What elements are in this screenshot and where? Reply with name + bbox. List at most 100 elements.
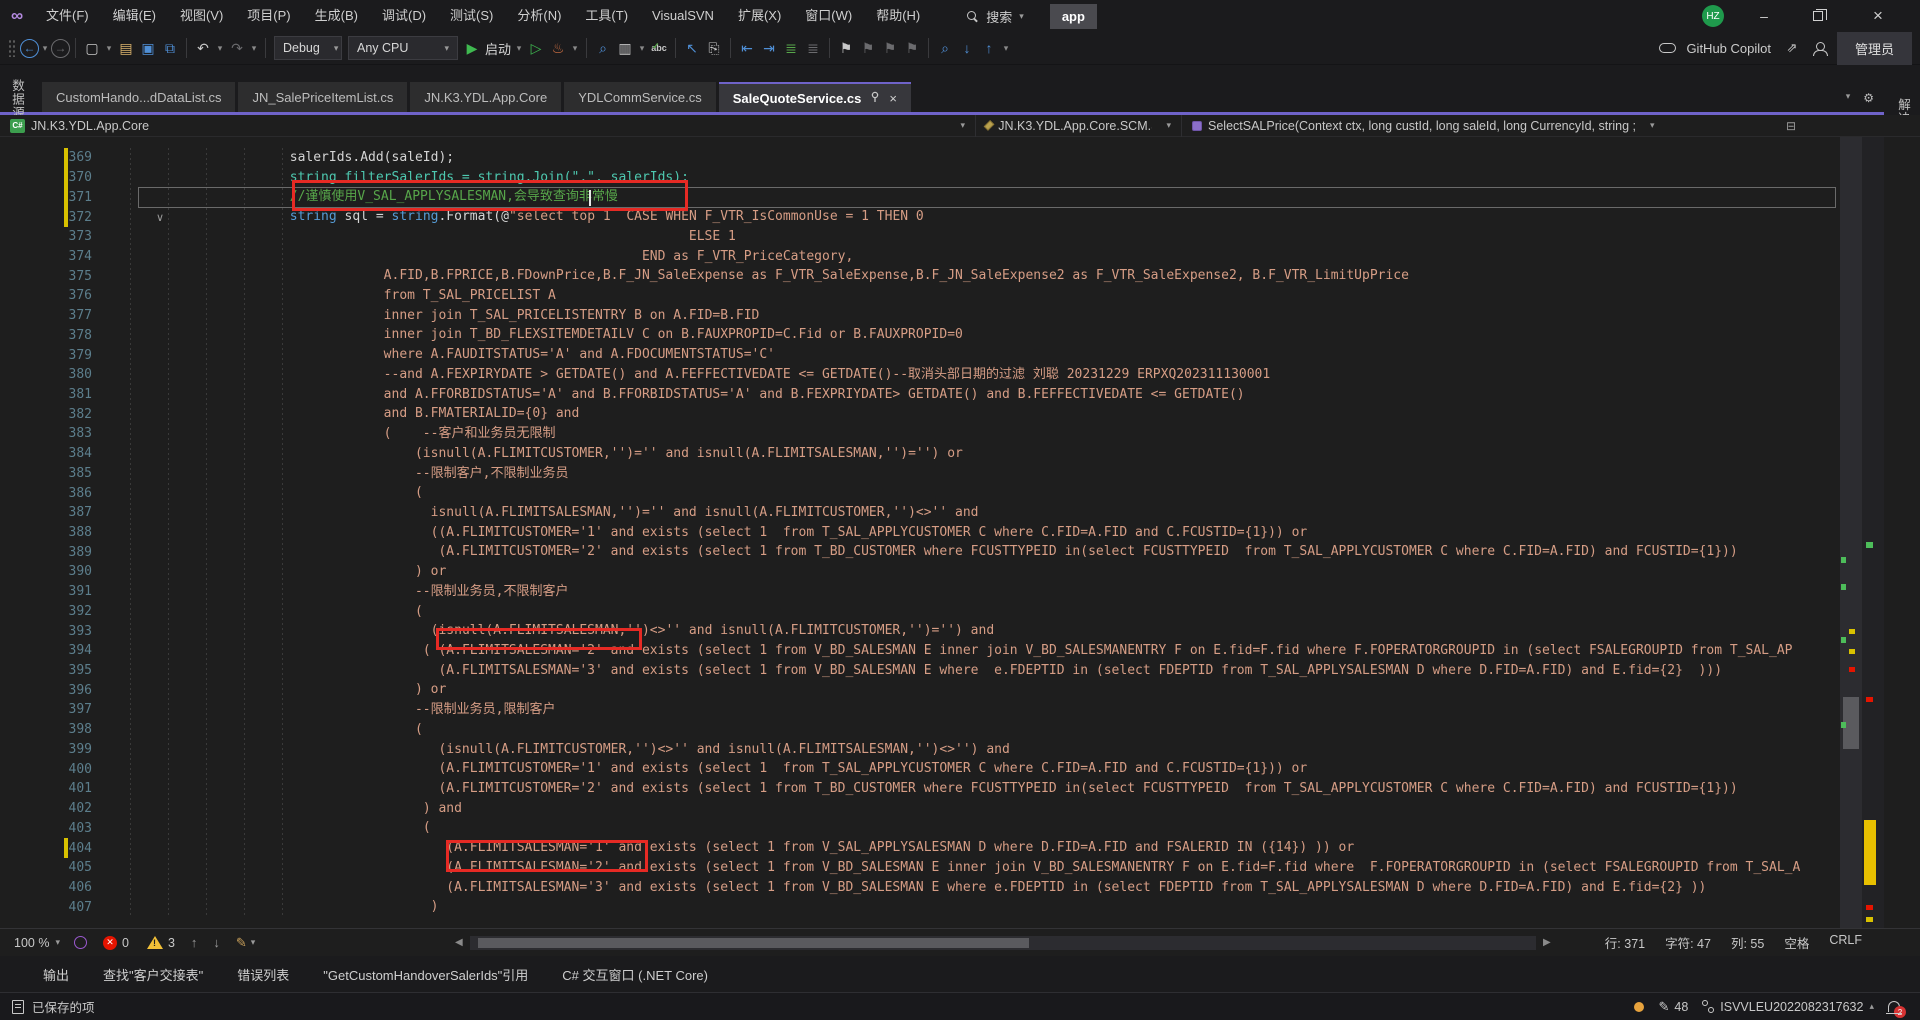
comment-lines-button[interactable]: ≣ (780, 35, 802, 61)
code-line-379[interactable]: 379 where A.FAUDITSTATUS='A' and A.FDOCU… (0, 345, 1884, 365)
code-line-396[interactable]: 396 ) or (0, 680, 1884, 700)
pending-edits[interactable]: ✎ 48 (1658, 999, 1688, 1015)
menu-item[interactable]: VisualSVN (640, 0, 726, 32)
code-line-374[interactable]: 374 END as F_VTR_PriceCategory, (0, 247, 1884, 267)
code-line-389[interactable]: 389 (A.FLIMITCUSTOMER='2' and exists (se… (0, 542, 1884, 562)
menu-item[interactable]: 工具(T) (573, 0, 640, 32)
open-file-button[interactable]: ▤ (115, 35, 137, 61)
menu-item[interactable]: 帮助(H) (864, 0, 932, 32)
split-editor-icon[interactable]: ⊟ (1786, 119, 1796, 133)
chevron-down-icon[interactable]: ▾ (1019, 11, 1024, 22)
undo-dropdown[interactable]: ▾ (214, 35, 226, 61)
tab-settings-gear-icon[interactable]: ⚙ (1863, 91, 1874, 105)
panel-tab[interactable]: 输出 (43, 965, 69, 984)
github-copilot-label[interactable]: GitHub Copilot (1686, 41, 1771, 56)
toolbar-drag-handle-icon[interactable] (8, 39, 16, 57)
navigate-back-dropdown[interactable]: ▾ (39, 35, 51, 61)
code-line-399[interactable]: 399 (isnull(A.FLIMITCUSTOMER,'')<>'' and… (0, 740, 1884, 760)
breadcrumb-member[interactable]: SelectSALPrice(Context ctx, long custId,… (1182, 115, 1772, 137)
start-button-label[interactable]: 启动 (485, 39, 511, 58)
panel-tab[interactable]: 错误列表 (237, 965, 289, 984)
code-line-402[interactable]: 402 ) and (0, 799, 1884, 819)
code-line-390[interactable]: 390 ) or (0, 562, 1884, 582)
redo-button[interactable]: ↷ (226, 35, 248, 61)
hot-reload-dropdown[interactable]: ▾ (569, 35, 581, 61)
spell-check-button[interactable]: abc (648, 35, 670, 61)
menu-item[interactable]: 调试(D) (370, 0, 438, 32)
code-line-394[interactable]: 394 ( (A.FLIMITSALESMAN='2' and exists (… (0, 641, 1884, 661)
search-input-value[interactable]: app (1049, 3, 1097, 29)
decrease-indent-button[interactable]: ⇤ (736, 35, 758, 61)
line-ending-indicator[interactable]: CRLF (1829, 933, 1862, 952)
close-tab-icon[interactable]: × (889, 91, 897, 106)
previous-bookmark-button[interactable]: ⚑ (857, 35, 879, 61)
breadcrumb-project[interactable]: C# JN.K3.YDL.App.Core ▾ (0, 115, 975, 137)
cursor-col-indicator[interactable]: 列: 55 (1731, 933, 1764, 952)
next-issue-button[interactable]: ↓ (213, 935, 220, 950)
redo-dropdown[interactable]: ▾ (248, 35, 260, 61)
menu-item[interactable]: 扩展(X) (726, 0, 793, 32)
breadcrumb-type[interactable]: JN.K3.YDL.App.Core.SCM.SaleQuoteService … (976, 115, 1181, 137)
new-file-button[interactable]: ▢ (81, 35, 103, 61)
code-line-369[interactable]: 369 salerIds.Add(saleId); (0, 148, 1884, 168)
prev-issue-button[interactable]: ↑ (191, 935, 198, 950)
menu-item[interactable]: 测试(S) (438, 0, 505, 32)
cursor-char-indicator[interactable]: 字符: 47 (1665, 933, 1711, 952)
go-up-button[interactable]: ↑ (978, 35, 1000, 61)
code-line-401[interactable]: 401 (A.FLIMITCUSTOMER='2' and exists (se… (0, 779, 1884, 799)
code-line-406[interactable]: 406 (A.FLIMITSALESMAN='3' and exists (se… (0, 878, 1884, 898)
solution-configuration-select[interactable]: Debug ▾ (274, 36, 342, 60)
admin-badge[interactable]: 管理员 (1836, 31, 1912, 65)
code-line-398[interactable]: 398 ( (0, 720, 1884, 740)
pin-icon[interactable] (870, 91, 880, 106)
menu-item[interactable]: 项目(P) (235, 0, 302, 32)
close-button[interactable]: × (1856, 0, 1900, 32)
horizontal-scrollbar-thumb[interactable] (478, 938, 1029, 948)
send-feedback-icon[interactable] (1812, 41, 1828, 56)
fold-margin[interactable]: ∨ (102, 211, 188, 224)
code-line-391[interactable]: 391 --限制业务员,不限制客户 (0, 582, 1884, 602)
notifications-bell-icon[interactable]: 2 (1886, 1001, 1906, 1018)
restore-button[interactable] (1796, 0, 1840, 32)
preview-window-button[interactable]: ▥ (614, 35, 636, 61)
start-debug-button[interactable]: ▶ (461, 35, 483, 61)
background-tasks-icon[interactable] (1634, 1001, 1645, 1012)
code-line-372[interactable]: 372 ∨ string sql = string.Format(@"select… (0, 207, 1884, 227)
next-bookmark-button[interactable]: ⚑ (879, 35, 901, 61)
code-line-383[interactable]: 383 ( --客户和业务员无限制 (0, 424, 1884, 444)
scroll-left-icon[interactable]: ◀ (455, 937, 463, 948)
avatar[interactable]: HZ (1702, 5, 1724, 27)
undo-button[interactable]: ↶ (192, 35, 214, 61)
toggle-bookmark-button[interactable]: ⚑ (835, 35, 857, 61)
go-down-button[interactable]: ↓ (956, 35, 978, 61)
find-symbol-button[interactable]: ⌕ (934, 35, 956, 61)
hot-reload-button[interactable]: ♨ (547, 35, 569, 61)
increase-indent-button[interactable]: ⇥ (758, 35, 780, 61)
code-line-381[interactable]: 381 and A.FFORBIDSTATUS='A' and B.FFORBI… (0, 385, 1884, 405)
document-tab[interactable]: CustomHando...dDataList.cs (42, 82, 236, 112)
code-line-378[interactable]: 378 inner join T_BD_FLEXSITEMDETAILV C o… (0, 325, 1884, 345)
search-control[interactable]: 搜索 ▾ (966, 7, 1024, 26)
panel-tab[interactable]: "GetCustomHandoverSalerIds"引用 (323, 965, 528, 984)
code-cleanup-dropdown[interactable]: ▾ (251, 937, 256, 948)
menu-item[interactable]: 视图(V) (168, 0, 235, 32)
code-editor[interactable]: 369 salerIds.Add(saleId); 370 string filt… (0, 137, 1920, 928)
menu-item[interactable]: 窗口(W) (793, 0, 864, 32)
format-document-button[interactable]: ⎘ (703, 35, 725, 61)
code-line-395[interactable]: 395 (A.FLIMITSALESMAN='3' and exists (se… (0, 661, 1884, 681)
scroll-right-icon[interactable]: ▶ (1543, 937, 1551, 948)
document-tab[interactable]: JN.K3.YDL.App.Core (410, 82, 562, 112)
menu-item[interactable]: 编辑(E) (101, 0, 168, 32)
code-line-393[interactable]: 393 (isnull(A.FLIMITSALESMAN,'')<>'' and… (0, 621, 1884, 641)
code-line-403[interactable]: 403 ( (0, 818, 1884, 838)
code-line-404[interactable]: 404 (A.FLIMITSALESMAN='1' and exists (se… (0, 838, 1884, 858)
preview-dropdown[interactable]: ▾ (636, 35, 648, 61)
save-all-button[interactable]: ⧉ (159, 35, 181, 61)
document-tab[interactable]: SaleQuoteService.cs × (718, 82, 911, 112)
code-line-375[interactable]: 375 A.FID,B.FPRICE,B.FDownPrice,B.F_JN_S… (0, 266, 1884, 286)
start-dropdown[interactable]: ▾ (513, 35, 525, 61)
minimize-button[interactable]: – (1742, 0, 1786, 32)
document-tab[interactable]: YDLCommService.cs (564, 82, 716, 112)
code-cleanup-icon[interactable]: ✎ (236, 935, 247, 951)
clear-bookmarks-button[interactable]: ⚑ (901, 35, 923, 61)
